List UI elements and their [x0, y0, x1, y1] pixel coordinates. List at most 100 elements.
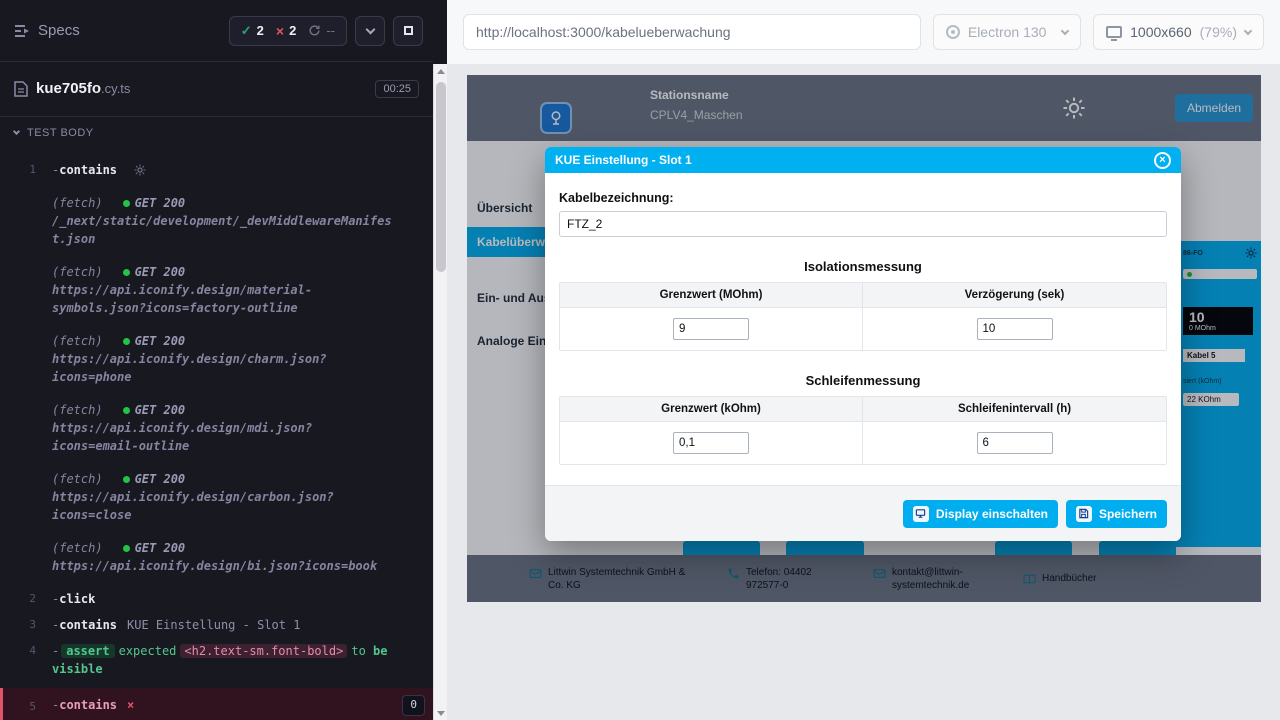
- runner-url-bar: Electron 130 1000x660 (79%): [447, 0, 1280, 64]
- viewport-icon: [1106, 26, 1122, 38]
- fail-x-icon: ×: [127, 698, 134, 712]
- collapse-all-button[interactable]: [355, 16, 385, 46]
- cable-name-input[interactable]: [559, 211, 1167, 237]
- fetch-log-entry[interactable]: (fetch)GET 200 https://api.iconify.desig…: [0, 466, 433, 528]
- status-ok-dot: [123, 476, 130, 483]
- scroll-up-arrow[interactable]: [434, 64, 448, 78]
- isolation-limit-input[interactable]: [673, 318, 749, 340]
- modal-title: KUE Einstellung - Slot 1: [555, 153, 692, 167]
- request-url: https://api.iconify.design/carbon.json?i…: [52, 488, 397, 524]
- test-stats[interactable]: ✓ 2 × 2 --: [229, 16, 347, 46]
- command-contains-2[interactable]: 3 -containsKUE Einstellung - Slot 1: [0, 612, 433, 638]
- command-contains-1[interactable]: 1 -contains: [0, 157, 433, 183]
- specs-label: Specs: [38, 22, 80, 39]
- browser-select[interactable]: Electron 130: [933, 14, 1081, 50]
- viewport-zoom: (79%): [1200, 24, 1237, 40]
- request-url: /_next/static/development/_devMiddleware…: [52, 212, 397, 248]
- browser-name: Electron 130: [968, 24, 1047, 40]
- passed-stat: ✓ 2: [241, 23, 264, 39]
- command-log: 1 -contains (fetch) GET 200 /_next/static…: [0, 149, 433, 720]
- isolation-delay-input[interactable]: [977, 318, 1053, 340]
- stop-icon: [404, 26, 413, 35]
- stop-button[interactable]: [393, 16, 423, 46]
- fetch-log-entry[interactable]: (fetch)GET 200 https://api.iconify.desig…: [0, 397, 433, 459]
- isolation-delay-header: Verzögerung (sek): [863, 283, 1166, 307]
- command-name: contains: [59, 163, 117, 177]
- command-argument: KUE Einstellung - Slot 1: [127, 618, 300, 632]
- command-contains-failed[interactable]: 5 -contains× 0: [0, 688, 433, 720]
- command-name: contains: [59, 618, 117, 632]
- isolation-section-title: Isolationsmessung: [559, 259, 1167, 274]
- status-ok-dot: [123, 269, 130, 276]
- specs-list-icon: [14, 24, 30, 38]
- specs-menu-button[interactable]: Specs: [14, 22, 80, 39]
- test-body-label: TEST BODY: [27, 127, 94, 139]
- display-icon: [913, 506, 929, 522]
- status-ok-dot: [123, 545, 130, 552]
- reporter-header: Specs ✓ 2 × 2: [0, 0, 433, 62]
- fetch-log-entry[interactable]: (fetch)GET 200 https://api.iconify.desig…: [0, 328, 433, 390]
- browser-icon: [946, 25, 960, 39]
- request-status: GET 200: [135, 196, 186, 210]
- request-status: GET 200: [135, 265, 186, 279]
- status-ok-dot: [123, 200, 130, 207]
- command-name: contains: [59, 698, 117, 712]
- url-input[interactable]: [463, 14, 921, 50]
- isolation-table: Grenzwert (MOhm) Verzögerung (sek): [559, 282, 1167, 351]
- assert-element: <h2.text-sm.font-bold>: [180, 644, 347, 658]
- pending-count: --: [326, 23, 335, 38]
- fetch-log-entry[interactable]: (fetch)GET 200 https://api.iconify.desig…: [0, 259, 433, 321]
- save-button[interactable]: Speichern: [1066, 500, 1167, 528]
- retry-count-badge: 0: [402, 695, 425, 716]
- kue-settings-modal: KUE Einstellung - Slot 1 × Kabelbezeichn…: [545, 147, 1181, 541]
- pending-stat: --: [308, 23, 335, 38]
- chevron-down-icon: [1061, 27, 1069, 35]
- reload-icon: [308, 24, 321, 37]
- cable-name-label: Kabelbezeichnung:: [559, 191, 1167, 205]
- chevron-down-icon: [365, 24, 375, 34]
- options-gear-icon: [134, 164, 146, 176]
- loop-interval-header: Schleifenintervall (h): [863, 397, 1166, 421]
- failed-icon: ×: [276, 23, 284, 39]
- spec-name: kue705fo: [36, 80, 101, 97]
- modal-body: Kabelbezeichnung: Isolationsmessung Gren…: [545, 173, 1181, 485]
- request-url: https://api.iconify.design/material-symb…: [52, 281, 397, 317]
- loop-limit-input[interactable]: [673, 432, 749, 454]
- viewport-size: 1000x660: [1130, 24, 1192, 40]
- request-status: GET 200: [135, 334, 186, 348]
- viewport-select[interactable]: 1000x660 (79%): [1093, 14, 1264, 50]
- close-icon[interactable]: ×: [1154, 152, 1171, 169]
- fetch-log-entry[interactable]: (fetch)GET 200 https://api.iconify.desig…: [0, 535, 433, 579]
- assert-badge: assert: [61, 644, 114, 658]
- command-assert[interactable]: 4 -assertexpected<h2.text-sm.font-bold>t…: [0, 638, 433, 682]
- reporter-scrollbar[interactable]: [433, 64, 447, 720]
- command-click[interactable]: 2 -click: [0, 586, 433, 612]
- command-number: 1: [0, 161, 52, 179]
- chevron-down-icon: [13, 128, 20, 135]
- scrollbar-thumb[interactable]: [436, 82, 446, 272]
- spec-header[interactable]: kue705fo.cy.ts 00:25: [0, 62, 433, 117]
- modal-footer: Display einschalten Speichern: [545, 485, 1181, 541]
- request-url: https://api.iconify.design/bi.json?icons…: [52, 557, 397, 575]
- test-body-toggle[interactable]: TEST BODY: [0, 117, 433, 149]
- request-status: GET 200: [135, 472, 186, 486]
- loop-table: Grenzwert (kOhm) Schleifenintervall (h): [559, 396, 1167, 465]
- display-on-button[interactable]: Display einschalten: [903, 500, 1058, 528]
- spec-extension: .cy.ts: [101, 81, 130, 96]
- save-floppy-icon: [1076, 506, 1092, 522]
- request-url: https://api.iconify.design/mdi.json?icon…: [52, 419, 397, 455]
- loop-interval-input[interactable]: [977, 432, 1053, 454]
- command-name: click: [59, 592, 95, 606]
- spec-duration: 00:25: [375, 80, 419, 98]
- spec-file-icon: [14, 81, 28, 97]
- failed-count: 2: [289, 23, 296, 38]
- loop-section-title: Schleifenmessung: [559, 373, 1167, 388]
- scroll-down-arrow[interactable]: [434, 706, 448, 720]
- request-status: GET 200: [135, 541, 186, 555]
- cypress-reporter: Specs ✓ 2 × 2: [0, 0, 447, 720]
- fetch-label: (fetch): [52, 196, 103, 210]
- status-ok-dot: [123, 407, 130, 414]
- request-status: GET 200: [135, 403, 186, 417]
- fetch-log-entry[interactable]: (fetch) GET 200 /_next/static/development…: [0, 190, 433, 252]
- status-ok-dot: [123, 338, 130, 345]
